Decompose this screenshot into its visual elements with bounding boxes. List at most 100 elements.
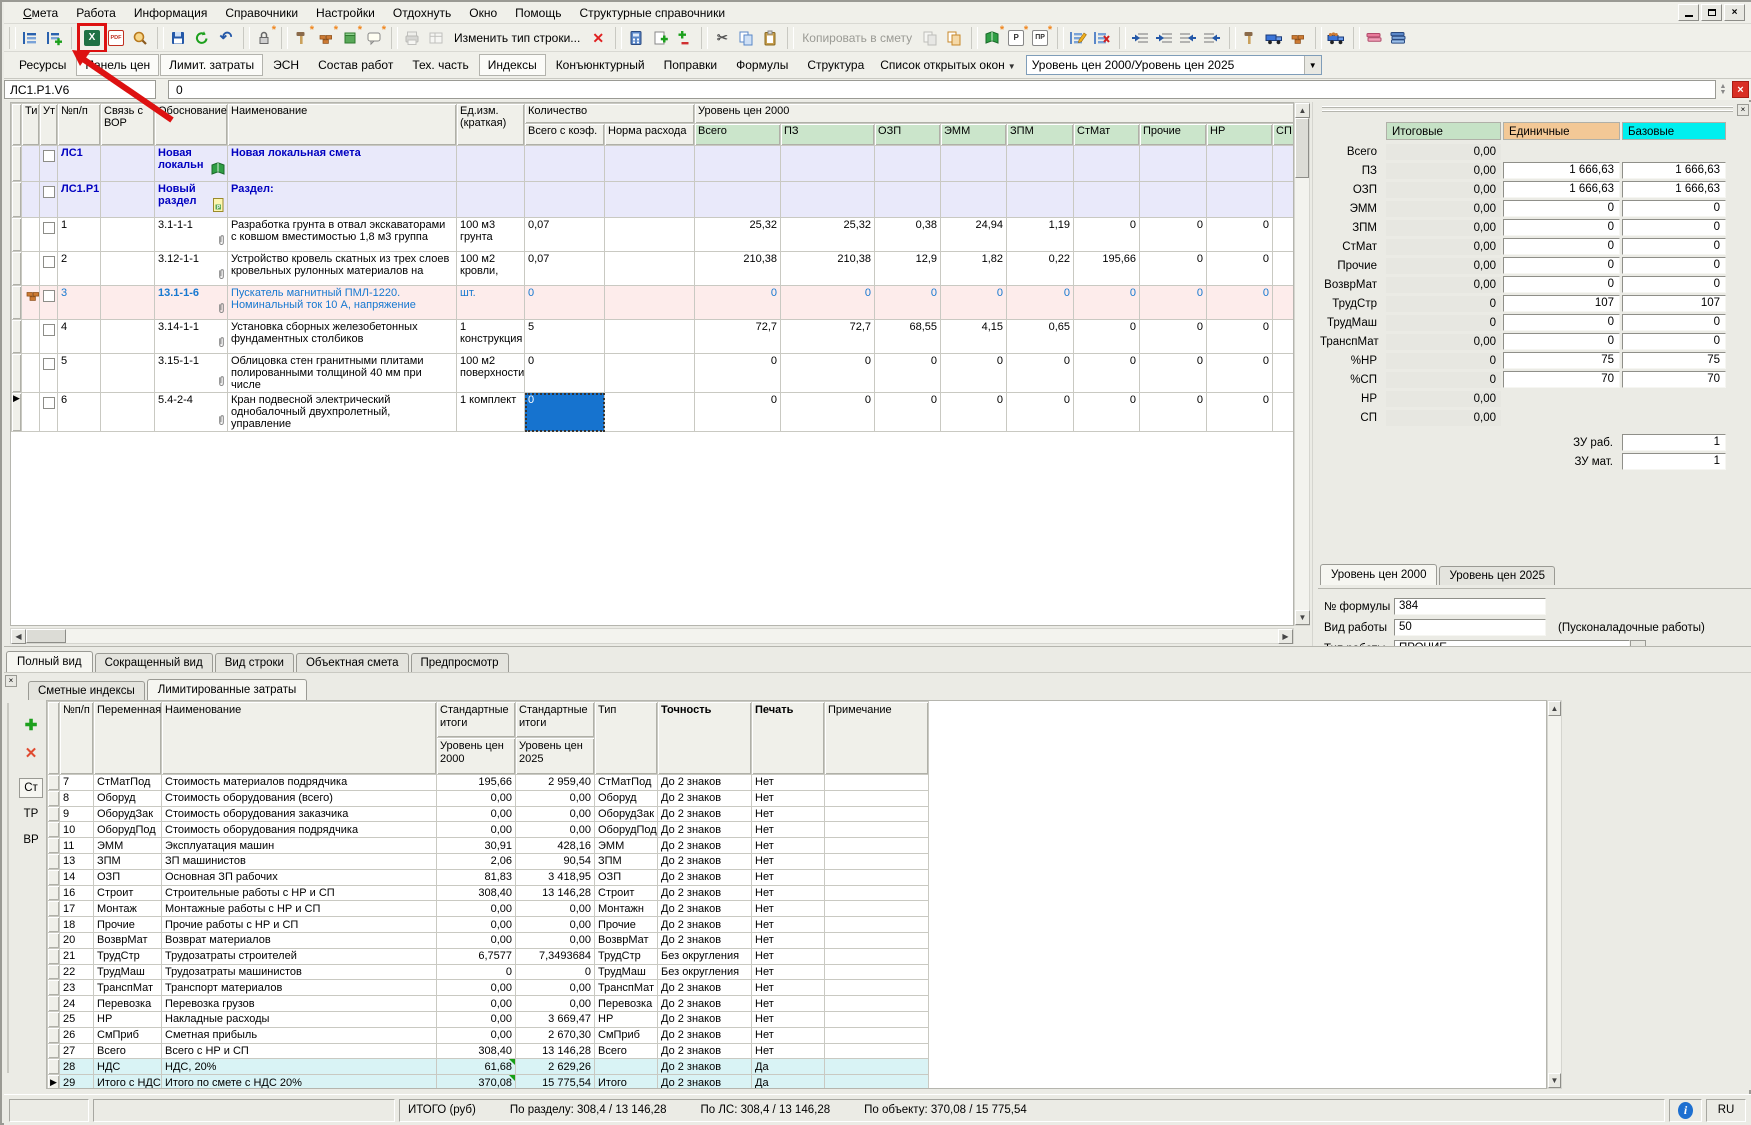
grid-vscrollbar[interactable]: ▲ ▼ bbox=[1294, 102, 1310, 626]
price-unit-value[interactable]: 0 bbox=[1503, 276, 1620, 293]
cell-6[interactable]: До 2 знаков bbox=[657, 979, 752, 997]
cell-value-5[interactable]: 0 bbox=[1073, 217, 1141, 252]
formula-close-icon[interactable]: × bbox=[1732, 81, 1749, 98]
column-header-p6[interactable]: Прочие bbox=[1139, 123, 1208, 146]
column-header-p7[interactable]: НР bbox=[1206, 123, 1274, 146]
insert-sheet-icon[interactable] bbox=[649, 27, 671, 49]
cell-7[interactable]: Нет bbox=[751, 837, 825, 854]
view-tab-5[interactable]: Предпросмотр bbox=[410, 653, 509, 672]
cell-7[interactable]: Нет bbox=[751, 821, 825, 839]
cell-vor-link[interactable] bbox=[100, 319, 155, 354]
cell-type[interactable] bbox=[21, 353, 40, 393]
cell-2[interactable]: Прочие работы с НР и СП bbox=[161, 916, 437, 933]
cell-basis[interactable]: 3.1-1-1 bbox=[154, 217, 228, 252]
dock-side-tab-ТР[interactable]: ТР bbox=[19, 804, 43, 824]
cell-consumption-rate[interactable] bbox=[603, 319, 696, 354]
table-row[interactable]: 22 ТрудМаш Трудозатраты машинистов 0 0 ТрудМа… bbox=[47, 963, 929, 981]
cell-8[interactable] bbox=[824, 1042, 929, 1060]
cell-approved[interactable] bbox=[39, 181, 58, 218]
column-header-std-2025[interactable]: Стандартные итоги bbox=[515, 701, 595, 738]
cell-7[interactable]: Нет bbox=[751, 900, 825, 918]
cell-3[interactable]: 0,00 bbox=[436, 931, 516, 949]
cell-1[interactable]: НР bbox=[93, 1010, 162, 1028]
price-base-value[interactable]: 70 bbox=[1622, 371, 1726, 388]
price-unit-value[interactable]: 0 bbox=[1503, 314, 1620, 331]
cell-value-1[interactable] bbox=[780, 145, 876, 182]
change-row-type-button[interactable]: Изменить тип строки... bbox=[448, 31, 586, 45]
view-tab-2[interactable]: Сокращенный вид bbox=[94, 653, 213, 672]
cell-approved[interactable] bbox=[39, 353, 58, 393]
delivery-icon[interactable] bbox=[1325, 27, 1347, 49]
cell-value-1[interactable]: 0 bbox=[780, 285, 876, 320]
cell-7[interactable]: Нет bbox=[751, 789, 825, 807]
cell-value-8[interactable] bbox=[1272, 145, 1293, 182]
cell-name[interactable]: Пускатель магнитный ПМЛ-1220. Номинальны… bbox=[227, 285, 457, 320]
cell-6[interactable]: До 2 знаков bbox=[657, 837, 752, 854]
cell-1[interactable]: СтМатПод bbox=[93, 774, 162, 791]
cell-5[interactable]: СтМатПод bbox=[594, 774, 658, 791]
cell-value-3[interactable] bbox=[940, 145, 1008, 182]
row-properties-icon[interactable] bbox=[425, 27, 447, 49]
cell-4[interactable]: 90,54 bbox=[515, 852, 595, 870]
formula-no-input[interactable]: 384 bbox=[1394, 598, 1546, 615]
delete-row-button[interactable]: ✕ bbox=[19, 742, 43, 764]
price-extra-value[interactable]: 1 bbox=[1622, 434, 1726, 451]
cell-vor-link[interactable] bbox=[100, 251, 155, 286]
restore-button[interactable] bbox=[1701, 4, 1722, 21]
table-row[interactable]: ЛС1 Новая локальн Новая локальная смета bbox=[11, 145, 1293, 182]
cell-number[interactable]: ЛС1 bbox=[57, 145, 101, 182]
cell-value-4[interactable]: 0 bbox=[1006, 285, 1075, 320]
price-base-value[interactable]: 0 bbox=[1622, 257, 1726, 274]
price-panel-handle[interactable]: × bbox=[1320, 104, 1749, 116]
status-info[interactable]: i bbox=[1669, 1098, 1702, 1122]
price-unit-value[interactable]: 0 bbox=[1503, 238, 1620, 255]
dock-side-tab-ВР[interactable]: ВР bbox=[19, 830, 43, 850]
table-row[interactable]: 1 3.1-1-1 Разработка грунта в отвал экскав… bbox=[11, 217, 1293, 252]
cell-5[interactable]: Прочие bbox=[594, 916, 658, 933]
cell-type[interactable] bbox=[21, 285, 40, 320]
table-row[interactable]: 2 3.12-1-1 Устройство кровель скатных из т… bbox=[11, 251, 1293, 286]
norm-base-icon[interactable]: * bbox=[981, 24, 1004, 49]
cell-type[interactable] bbox=[21, 217, 40, 252]
price-base-value[interactable]: 1 666,63 bbox=[1622, 162, 1726, 179]
price-unit-value[interactable]: 0 bbox=[1503, 200, 1620, 217]
price-column-Итоговые[interactable]: Итоговые bbox=[1386, 122, 1501, 140]
cell-6[interactable]: До 2 знаков bbox=[657, 1010, 752, 1028]
column-header-c0[interactable]: Ти bbox=[21, 103, 40, 146]
view-tab-4[interactable]: Объектная смета bbox=[295, 653, 409, 672]
cell-6[interactable]: До 2 знаков bbox=[657, 789, 752, 807]
copy-icon[interactable] bbox=[735, 27, 757, 49]
panel-tab-6[interactable]: Тех. часть bbox=[403, 54, 477, 76]
methodic-book-icon[interactable] bbox=[1363, 27, 1385, 49]
cell-vor-link[interactable] bbox=[100, 353, 155, 393]
cell-quantity[interactable]: 5 bbox=[524, 319, 605, 354]
cell-number[interactable]: 3 bbox=[57, 285, 101, 320]
table-row[interactable]: 26 СмПриб Сметная прибыль 0,00 2 670,30 СмПри… bbox=[47, 1026, 929, 1044]
dock-grip[interactable] bbox=[7, 703, 13, 1073]
cell-3[interactable]: 0,00 bbox=[436, 789, 516, 807]
cell-unit[interactable] bbox=[456, 181, 525, 218]
cell-7[interactable]: Нет bbox=[751, 805, 825, 823]
transport-icon[interactable] bbox=[1263, 27, 1285, 49]
price-level-combo[interactable]: Уровень цен 2000/Уровень цен 2025 ▼ bbox=[1025, 55, 1322, 75]
calculator-icon[interactable] bbox=[625, 27, 647, 49]
cell-2[interactable]: Перевозка грузов bbox=[161, 995, 437, 1012]
panel-tab-11[interactable]: Структура bbox=[798, 54, 873, 76]
menu-item-5[interactable]: Настройки bbox=[307, 3, 384, 23]
dock-tab-1[interactable]: Сметные индексы bbox=[28, 681, 145, 700]
cell-6[interactable]: До 2 знаков bbox=[657, 931, 752, 949]
cell-3[interactable]: 0,00 bbox=[436, 1026, 516, 1044]
cell-7[interactable]: Нет bbox=[751, 1042, 825, 1060]
cell-4[interactable]: 0,00 bbox=[515, 821, 595, 839]
table-row[interactable]: 16 Строит Строительные работы с НР и СП 308… bbox=[47, 884, 929, 902]
cell-6[interactable]: До 2 знаков bbox=[657, 852, 752, 870]
cell-basis[interactable]: 3.14-1-1 bbox=[154, 319, 228, 354]
cell-8[interactable] bbox=[824, 805, 929, 823]
cell-7[interactable]: Нет bbox=[751, 916, 825, 933]
cell-type[interactable] bbox=[21, 392, 40, 432]
cell-3[interactable]: 81,83 bbox=[436, 868, 516, 886]
export-excel-icon[interactable]: X bbox=[77, 22, 107, 53]
cell-value-6[interactable] bbox=[1139, 181, 1208, 218]
table-row[interactable]: 14 ОЗП Основная ЗП рабочих 81,83 3 418,95 ОЗП… bbox=[47, 868, 929, 886]
price-base-value[interactable]: 0 bbox=[1622, 333, 1726, 350]
